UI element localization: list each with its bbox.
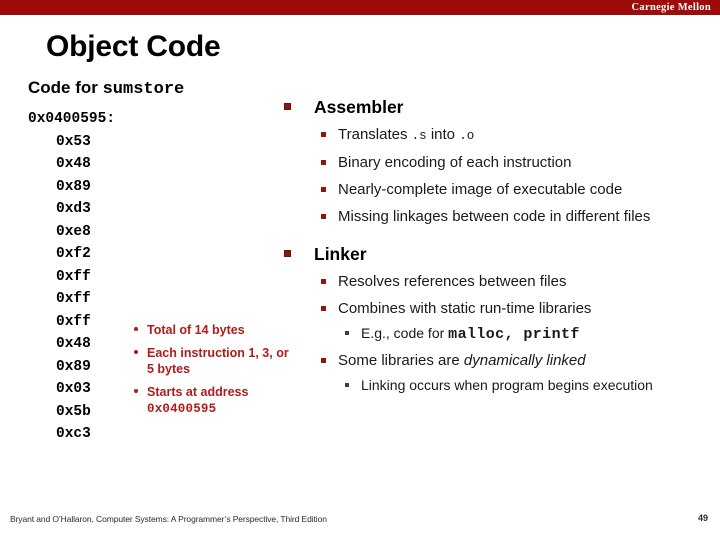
outline-item: Combines with static run-time libraries <box>283 299 708 319</box>
annotation-item: Total of 14 bytes <box>133 322 298 339</box>
bullet-square-icon <box>345 331 349 335</box>
outline-item-text: Resolves references between files <box>338 273 567 290</box>
outline-item: Translates .s into .o <box>283 125 708 146</box>
hex-byte-line: 0xff <box>56 291 91 307</box>
outline-heading-label: Assembler <box>314 97 404 117</box>
outline-panel: Assembler Translates .s into .o Binary enc… <box>283 96 708 395</box>
bullet-square-icon <box>321 214 326 219</box>
cmu-header-bar: Carnegie Mellon <box>0 0 720 15</box>
footer-citation: Bryant and O’Hallaron, Computer Systems:… <box>10 514 327 524</box>
annotation-text: Total of 14 bytes <box>147 323 245 337</box>
outline-item: Missing linkages between code in differe… <box>283 207 708 227</box>
hex-address-line: 0x0400595: <box>28 111 116 127</box>
bullet-square-icon <box>321 306 326 311</box>
hex-byte-line: 0x53 <box>56 133 91 150</box>
hex-byte-line: 0xd3 <box>56 201 91 217</box>
hex-byte-line: 0xe8 <box>56 223 91 240</box>
emphasized-term: dynamically linked <box>463 352 586 369</box>
hex-byte-line: 0xc3 <box>56 426 91 442</box>
annotation-text: Starts at address <box>147 384 249 399</box>
outline-heading: Linker <box>283 243 708 265</box>
outline-item-text: Translates <box>338 126 412 143</box>
bullet-square-icon <box>321 160 326 165</box>
outline-heading: Assembler <box>283 96 708 118</box>
outline-item-text: Missing linkages between code in differe… <box>338 208 651 225</box>
hex-byte-line: 0xf2 <box>56 246 91 262</box>
page-number: 49 <box>697 513 708 523</box>
code-heading-prefix: Code for <box>28 78 103 97</box>
annotation-item: Each instruction 1, 3, or 5 bytes <box>133 345 298 378</box>
bullet-square-icon <box>321 187 326 192</box>
outline-item-text: E.g., code for <box>361 325 449 341</box>
bullet-square-icon <box>321 279 326 284</box>
hex-byte-line: 0x48 <box>56 156 91 172</box>
hex-byte-line: 0x89 <box>56 178 91 195</box>
bullet-dot-icon <box>134 388 138 393</box>
carnegie-mellon-brand: Carnegie Mellon <box>631 2 711 13</box>
outline-item-text: into <box>426 126 460 143</box>
bullet-square-icon <box>321 132 326 137</box>
outline-item-text: Combines with static run-time libraries <box>338 300 592 317</box>
bullet-square-icon <box>284 250 291 257</box>
code-listing-heading: Code for sumstore <box>28 78 290 99</box>
outline-item: Resolves references between files <box>283 272 708 292</box>
bullet-dot-icon <box>134 349 138 354</box>
hex-byte-line: 0xff <box>56 268 91 285</box>
code-heading-function-name: sumstore <box>102 80 185 99</box>
annotation-text: Each instruction 1, 3, or 5 bytes <box>147 345 289 377</box>
library-function-code: malloc, printf <box>448 326 580 343</box>
outline-item: Some libraries are dynamically linked <box>283 351 708 371</box>
annotation-address-value: 0x0400595 <box>147 402 217 416</box>
outline-item-text: Nearly-complete image of executable code <box>338 181 623 198</box>
outline-item: Binary encoding of each instruction <box>283 153 708 173</box>
source-extension-code: .s <box>411 129 427 143</box>
annotation-item: Starts at address 0x0400595 <box>133 384 298 418</box>
outline-heading-label: Linker <box>314 244 367 264</box>
outline-subitem: Linking occurs when program begins execu… <box>283 376 708 395</box>
outline-subitem: E.g., code for malloc, printf <box>283 324 708 344</box>
outline-item-text: Binary encoding of each instruction <box>338 154 572 171</box>
code-annotations: Total of 14 bytes Each instruction 1, 3, … <box>133 322 298 418</box>
page-title: Object Code <box>46 30 221 63</box>
outline-item-text: Some libraries are <box>338 352 464 369</box>
object-extension-code: .o <box>459 129 475 143</box>
bullet-dot-icon <box>134 327 138 331</box>
bullet-square-icon <box>321 358 326 363</box>
outline-item: Nearly-complete image of executable code <box>283 180 708 200</box>
bullet-square-icon <box>345 383 349 387</box>
bullet-square-icon <box>284 103 291 110</box>
outline-item-text: Linking occurs when program begins execu… <box>361 377 653 393</box>
